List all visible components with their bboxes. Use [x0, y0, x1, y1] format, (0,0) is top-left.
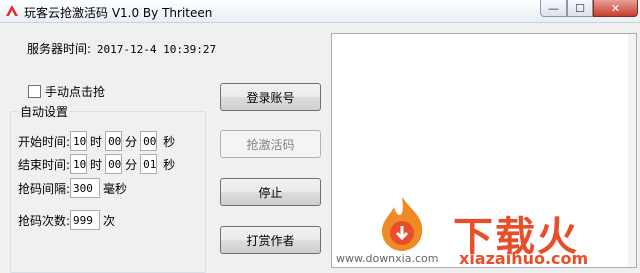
app-icon: [6, 5, 18, 16]
end-hour-input[interactable]: 10: [70, 154, 88, 174]
end-second-unit: 秒: [163, 157, 176, 172]
auto-settings-title: 自动设置: [18, 103, 71, 120]
manual-checkbox-row[interactable]: 手动点击抢: [28, 83, 105, 100]
manual-checkbox-label: 手动点击抢: [45, 85, 106, 99]
stop-button[interactable]: 停止: [220, 178, 321, 206]
interval-input[interactable]: 300: [70, 178, 101, 198]
manual-checkbox[interactable]: [28, 85, 41, 98]
login-button[interactable]: 登录账号: [220, 83, 321, 111]
start-time-label: 开始时间:: [18, 134, 71, 149]
count-unit: 次: [103, 213, 116, 228]
watermark-url: www.downxia.com: [336, 252, 439, 265]
server-time-label: 服务器时间:: [27, 42, 92, 56]
brand-site-text: xiazaihuo.com: [459, 249, 589, 268]
server-time-value: 2017-12-4 10:39:27: [96, 43, 217, 56]
minimize-button[interactable]: —: [540, 0, 567, 17]
main-panel: 服务器时间: 2017-12-4 10:39:27 手动点击抢 自动设置 开始时…: [0, 23, 640, 273]
end-minute-unit: 分: [125, 157, 138, 172]
start-second-input[interactable]: 00: [140, 131, 158, 151]
start-hour-unit: 时: [90, 134, 103, 149]
donate-button[interactable]: 打赏作者: [220, 226, 321, 254]
interval-row: 抢码间隔: 300 毫秒: [18, 178, 130, 198]
close-icon: ✕: [610, 1, 621, 15]
interval-unit: 毫秒: [103, 181, 128, 196]
flame-logo-icon: [382, 197, 423, 251]
end-time-label: 结束时间:: [18, 157, 71, 172]
title-bar: 玩客云抢激活码 V1.0 By Thriteen — ☐ ✕: [0, 0, 640, 23]
grab-code-button[interactable]: 抢激活码: [220, 130, 321, 158]
close-button[interactable]: ✕: [593, 0, 638, 17]
interval-label: 抢码间隔:: [18, 181, 71, 196]
start-hour-input[interactable]: 10: [70, 131, 88, 151]
start-second-unit: 秒: [163, 134, 176, 149]
maximize-icon: ☐: [575, 1, 585, 15]
maximize-button[interactable]: ☐: [567, 0, 593, 17]
count-label: 抢码次数:: [18, 213, 71, 228]
start-minute-input[interactable]: 00: [105, 131, 123, 151]
end-hour-unit: 时: [90, 157, 103, 172]
start-minute-unit: 分: [125, 134, 138, 149]
end-time-row: 结束时间: 10 时 00 分 01 秒: [18, 154, 178, 174]
end-minute-input[interactable]: 00: [105, 154, 123, 174]
count-row: 抢码次数: 999 次: [18, 210, 118, 230]
server-time: 服务器时间: 2017-12-4 10:39:27: [27, 40, 216, 57]
window-title: 玩客云抢激活码 V1.0 By Thriteen: [24, 6, 213, 20]
minimize-icon: —: [548, 1, 559, 15]
end-second-input[interactable]: 01: [140, 154, 158, 174]
start-time-row: 开始时间: 10 时 00 分 00 秒: [18, 131, 178, 151]
count-input[interactable]: 999: [70, 210, 101, 230]
log-scrollbar[interactable]: [628, 34, 636, 267]
